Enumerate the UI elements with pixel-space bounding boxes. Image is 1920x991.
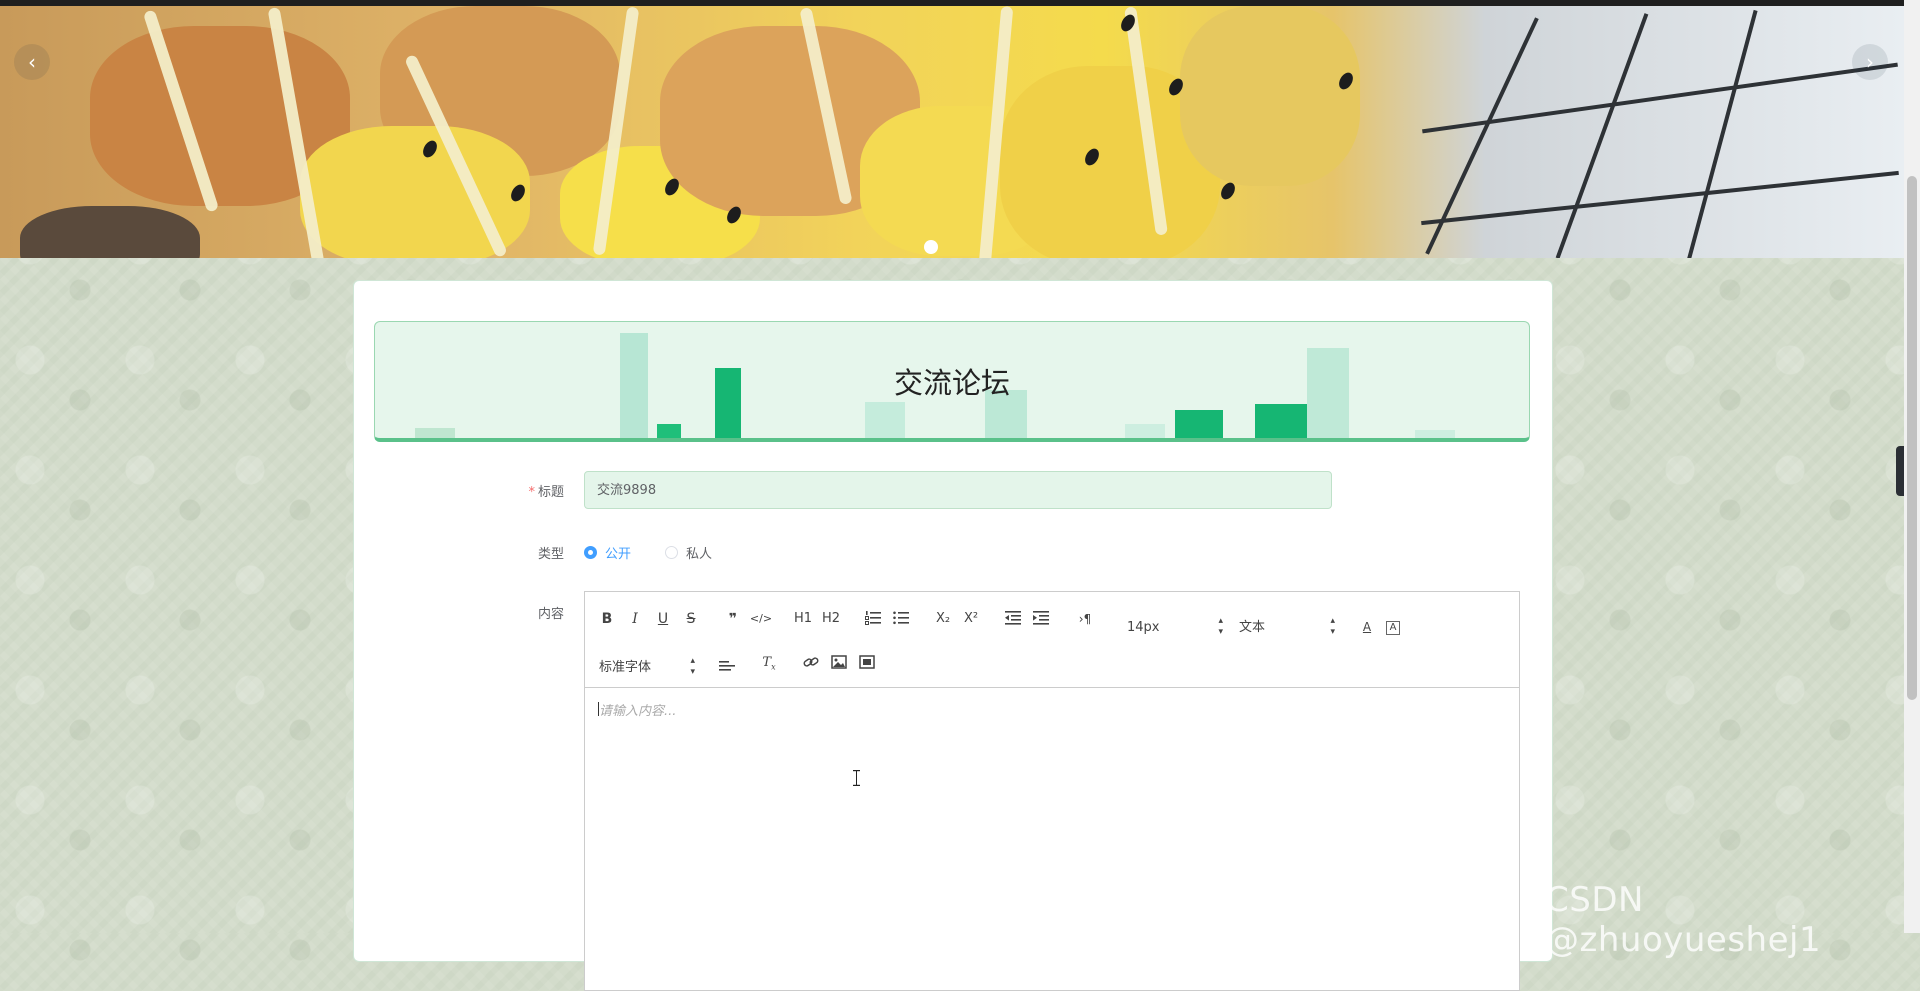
content-field-label: 内容 bbox=[537, 607, 564, 622]
text-color-button[interactable]: A bbox=[1355, 616, 1379, 638]
watermark: CSDN @zhuoyueshej1 bbox=[1545, 880, 1822, 960]
header-select-value: 文本 bbox=[1239, 620, 1266, 635]
video-button[interactable] bbox=[855, 652, 879, 674]
carousel-indicator[interactable] bbox=[924, 240, 938, 254]
header-select[interactable]: 文本 ▴ ▾ bbox=[1239, 616, 1335, 640]
text-direction-button[interactable]: ›¶ bbox=[1073, 608, 1097, 630]
bold-button[interactable]: B bbox=[595, 608, 619, 630]
required-mark: * bbox=[528, 485, 535, 500]
carousel-banner: ‹ › bbox=[0, 6, 1904, 258]
italic-button[interactable]: I bbox=[623, 608, 647, 630]
indent-icon bbox=[1033, 611, 1049, 625]
radio-public-label: 公开 bbox=[605, 547, 632, 562]
outdent-button[interactable] bbox=[1001, 608, 1025, 630]
align-left-icon bbox=[719, 661, 735, 671]
editor-toolbar: B I U S ❞ </> H1 H2 X₂ X² ›¶ 14px ▴ ▾ 文本… bbox=[585, 592, 1519, 688]
select-caret-icon: ▴ ▾ bbox=[1218, 616, 1223, 637]
blockquote-button[interactable]: ❞ bbox=[721, 608, 745, 630]
forum-header: 交流论坛 bbox=[374, 321, 1530, 442]
chevron-left-icon: ‹ bbox=[28, 50, 36, 74]
carousel-prev-button[interactable]: ‹ bbox=[14, 44, 50, 80]
ordered-list-button[interactable] bbox=[861, 608, 885, 630]
header2-button[interactable]: H2 bbox=[819, 608, 843, 630]
indent-button[interactable] bbox=[1029, 608, 1053, 630]
radio-private[interactable]: 私人 bbox=[665, 543, 712, 562]
page-scrollbar[interactable] bbox=[1904, 0, 1920, 933]
underline-button[interactable]: U bbox=[651, 608, 675, 630]
header1-button[interactable]: H1 bbox=[791, 608, 815, 630]
select-caret-icon: ▴ ▾ bbox=[1330, 616, 1335, 637]
title-field-label: * 标题 bbox=[414, 481, 564, 500]
radio-private-label: 私人 bbox=[686, 547, 713, 562]
image-icon bbox=[831, 655, 847, 669]
code-block-button[interactable]: </> bbox=[749, 608, 773, 630]
select-caret-icon: ▴ ▾ bbox=[690, 656, 695, 677]
font-size-select[interactable]: 14px ▴ ▾ bbox=[1127, 616, 1223, 640]
link-button[interactable] bbox=[799, 652, 823, 674]
font-size-value: 14px bbox=[1127, 620, 1160, 635]
strike-button[interactable]: S bbox=[679, 608, 703, 630]
font-family-value: 标准字体 bbox=[599, 660, 652, 675]
align-button[interactable] bbox=[715, 656, 739, 678]
editor-placeholder[interactable]: 请输入内容... bbox=[599, 700, 676, 719]
radio-public[interactable]: 公开 bbox=[584, 543, 631, 562]
title-input[interactable]: 交流9898 bbox=[584, 471, 1332, 509]
rich-text-editor[interactable]: B I U S ❞ </> H1 H2 X₂ X² ›¶ 14px ▴ ▾ 文本… bbox=[584, 591, 1520, 991]
carousel-next-button[interactable]: › bbox=[1852, 44, 1888, 80]
forum-form-card: 交流论坛 * 标题 交流9898 类型 公开 私人 内容 B I U S ❞ </… bbox=[353, 280, 1553, 991]
font-family-select[interactable]: 标准字体 ▴ ▾ bbox=[599, 656, 695, 680]
image-button[interactable] bbox=[827, 652, 851, 674]
outdent-icon bbox=[1005, 611, 1021, 625]
chevron-right-icon: › bbox=[1866, 50, 1874, 74]
subscript-button[interactable]: X₂ bbox=[931, 608, 955, 630]
clear-format-button[interactable]: Tx bbox=[757, 652, 781, 674]
ordered-list-icon bbox=[865, 611, 881, 625]
bullet-list-button[interactable] bbox=[889, 608, 913, 630]
scrollbar-thumb[interactable] bbox=[1907, 176, 1917, 700]
link-icon bbox=[803, 657, 819, 667]
background-color-button[interactable]: A bbox=[1381, 616, 1405, 638]
type-field-label: 类型 bbox=[537, 547, 564, 562]
page-title: 交流论坛 bbox=[893, 366, 1010, 400]
superscript-button[interactable]: X² bbox=[959, 608, 983, 630]
background-color-icon: A bbox=[1386, 621, 1400, 635]
bullet-list-icon bbox=[893, 611, 909, 625]
title-label-text: 标题 bbox=[537, 485, 564, 500]
video-icon bbox=[859, 655, 875, 669]
ibeam-cursor-icon bbox=[853, 770, 860, 786]
radio-private-indicator bbox=[665, 546, 678, 559]
radio-public-indicator bbox=[584, 546, 597, 559]
